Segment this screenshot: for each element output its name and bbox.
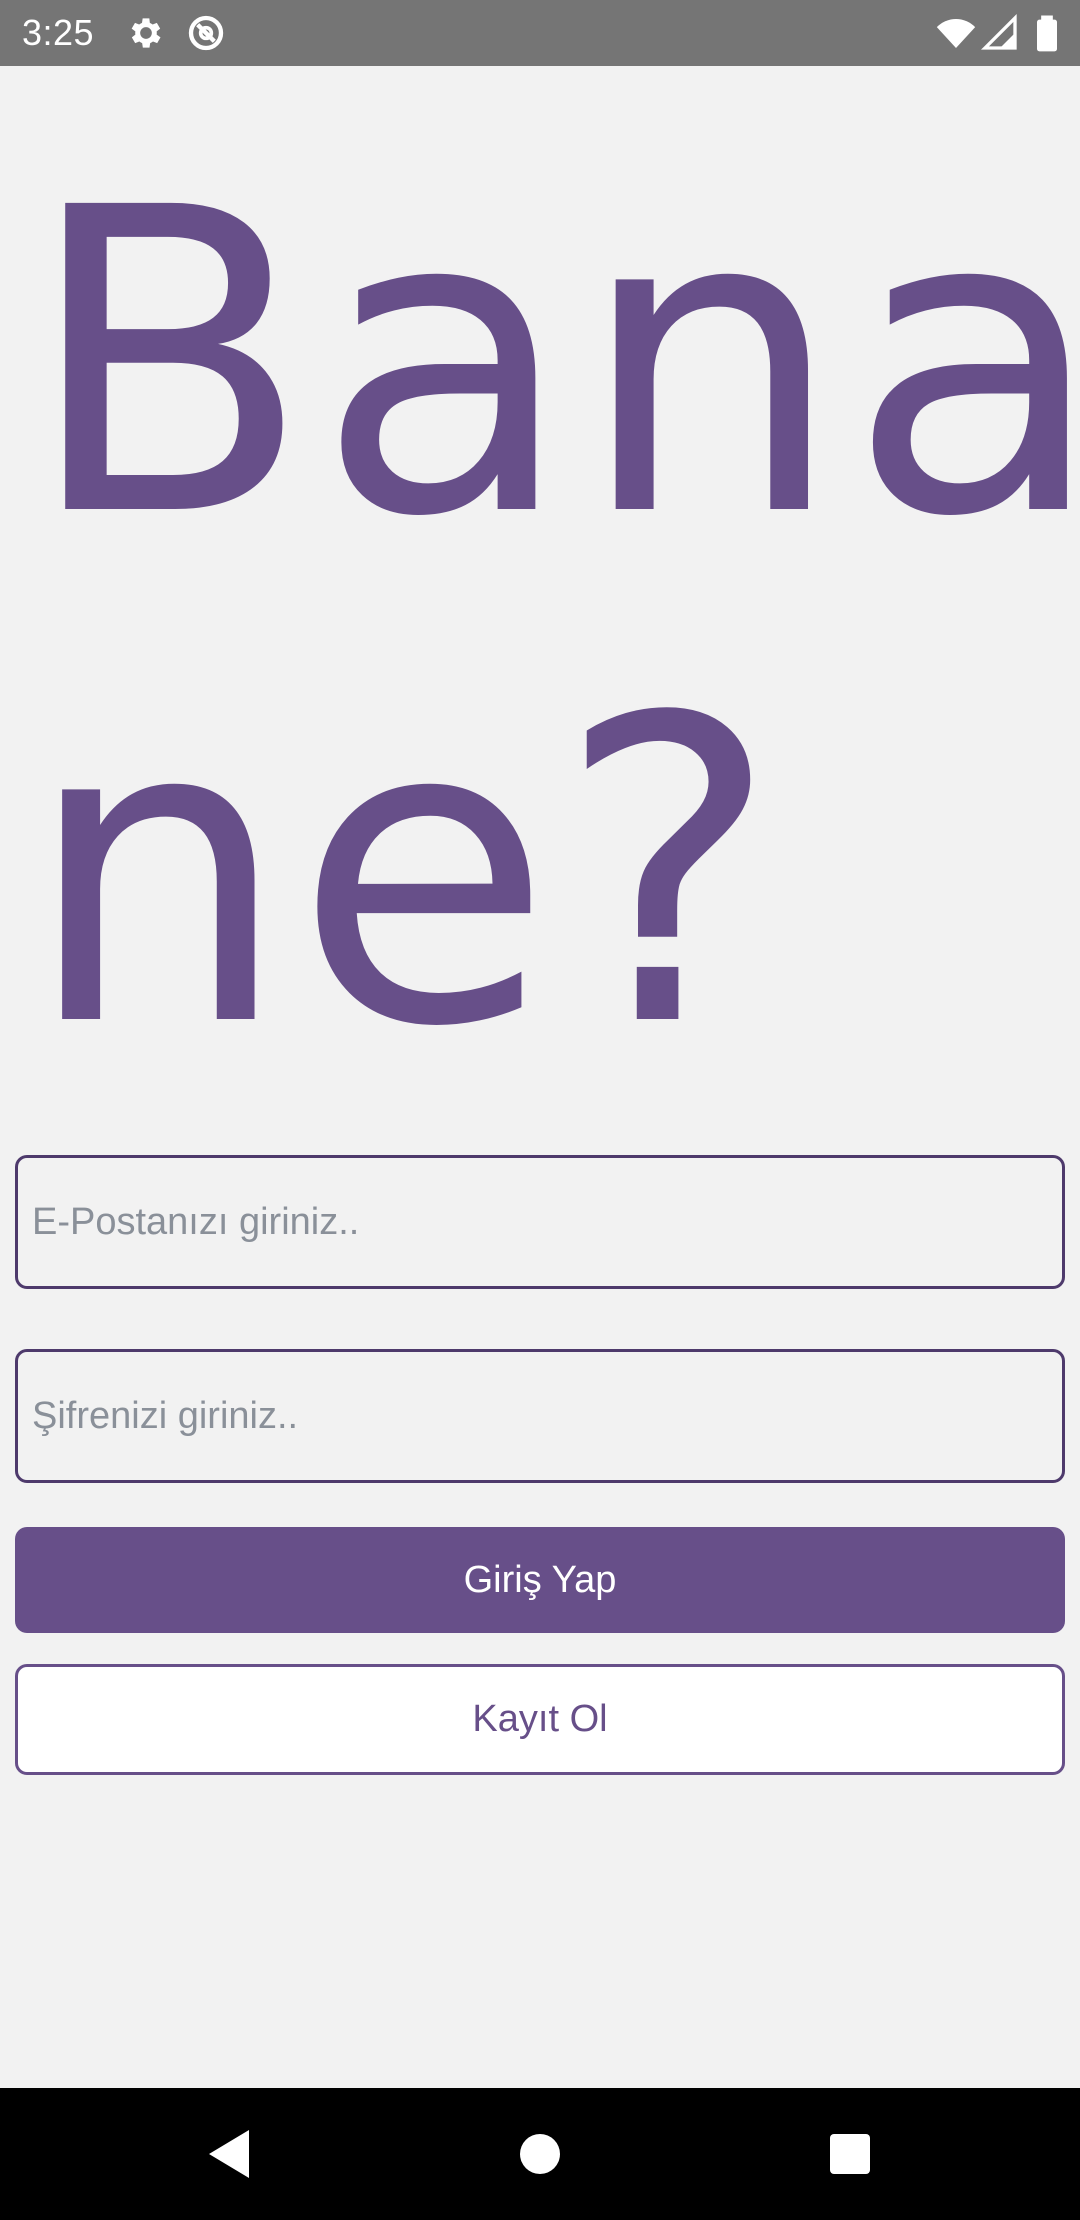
register-button[interactable]: Kayıt Ol — [15, 1664, 1065, 1775]
app-title-line-1: Bana — [24, 120, 1080, 609]
back-icon[interactable] — [191, 2114, 271, 2194]
app-title-line-2: ne? — [24, 630, 784, 1119]
app-title: Bana ne? — [24, 110, 1080, 1130]
login-button-label: Giriş Yap — [463, 1558, 617, 1601]
login-button[interactable]: Giriş Yap — [15, 1527, 1065, 1633]
register-button-label: Kayıt Ol — [472, 1698, 608, 1740]
status-time: 3:25 — [22, 12, 95, 53]
email-input[interactable] — [15, 1155, 1065, 1289]
password-input[interactable] — [15, 1349, 1065, 1483]
signal-icon — [980, 13, 1020, 53]
home-icon[interactable] — [500, 2114, 580, 2194]
wifi-icon — [936, 13, 976, 53]
do-not-disturb-icon — [186, 13, 226, 53]
recents-icon[interactable] — [810, 2114, 890, 2194]
battery-icon — [1027, 13, 1067, 53]
navigation-bar — [0, 2088, 1080, 2220]
status-bar: 3:25 — [0, 0, 1080, 66]
gear-icon — [126, 13, 166, 53]
